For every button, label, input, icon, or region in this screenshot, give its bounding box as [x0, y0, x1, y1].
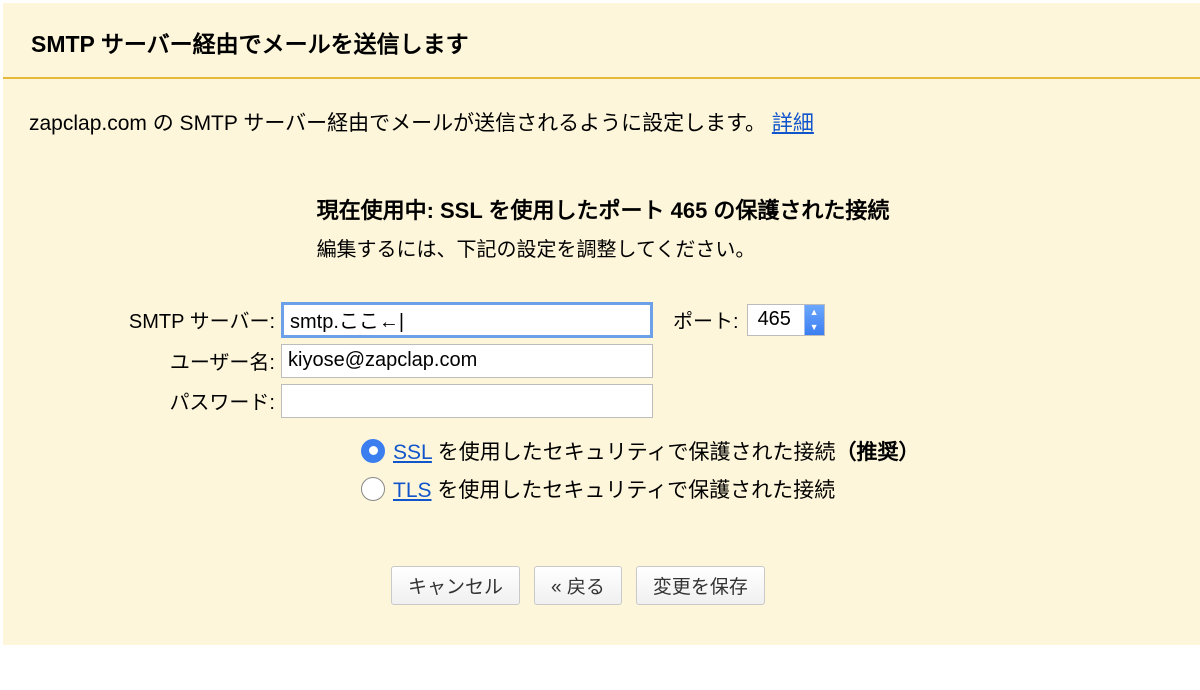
tls-radio[interactable] — [361, 477, 385, 501]
ssl-text: を使用したセキュリティで保護された接続 — [432, 441, 836, 464]
chevron-up-icon: ▲ — [805, 305, 824, 320]
port-select[interactable]: 465 ▲ ▼ — [747, 304, 825, 336]
port-value: 465 — [748, 305, 804, 335]
username-row: ユーザー名: — [83, 344, 1200, 378]
tls-radio-label: TLS を使用したセキュリティで保護された接続 — [393, 474, 835, 504]
learn-more-link[interactable]: 詳細 — [772, 112, 814, 135]
tls-link[interactable]: TLS — [393, 479, 432, 502]
save-button[interactable]: 変更を保存 — [636, 566, 765, 605]
ssl-radio-row[interactable]: SSL を使用したセキュリティで保護された接続（推奨） — [361, 436, 1200, 466]
password-label: パスワード: — [83, 386, 281, 415]
form-area: SMTP サーバー: ポート: 465 ▲ ▼ ユーザー名: パスワード: — [3, 302, 1200, 605]
ssl-radio[interactable] — [361, 439, 385, 463]
back-button[interactable]: « 戻る — [534, 566, 622, 605]
port-stepper-icon[interactable]: ▲ ▼ — [804, 305, 824, 335]
cancel-button[interactable]: キャンセル — [391, 566, 520, 605]
tls-text: を使用したセキュリティで保護された接続 — [432, 479, 836, 502]
username-label: ユーザー名: — [83, 346, 281, 375]
dialog-title: SMTP サーバー経由でメールを送信します — [3, 3, 1200, 79]
ssl-recommended: （推奨） — [836, 441, 920, 464]
dialog-description: zapclap.com の SMTP サーバー経由でメールが送信されるように設定… — [3, 79, 1200, 151]
username-input[interactable] — [281, 344, 653, 378]
smtp-server-label: SMTP サーバー: — [83, 305, 281, 334]
port-label: ポート: — [673, 305, 739, 334]
radio-dot-icon — [369, 446, 378, 455]
current-connection-status: 現在使用中: SSL を使用したポート 465 の保護された接続 — [317, 193, 890, 225]
smtp-settings-dialog: SMTP サーバー経由でメールを送信します zapclap.com の SMTP… — [3, 3, 1200, 645]
tls-radio-row[interactable]: TLS を使用したセキュリティで保護された接続 — [361, 474, 1200, 504]
edit-hint: 編集するには、下記の設定を調整してください。 — [317, 233, 756, 262]
ssl-radio-label: SSL を使用したセキュリティで保護された接続（推奨） — [393, 436, 920, 466]
ssl-link[interactable]: SSL — [393, 441, 432, 464]
current-status-block: 現在使用中: SSL を使用したポート 465 の保護された接続 編集するには、… — [3, 193, 1200, 262]
password-input[interactable] — [281, 384, 653, 418]
button-row: キャンセル « 戻る 変更を保存 — [391, 566, 1200, 605]
password-row: パスワード: — [83, 384, 1200, 418]
smtp-server-input[interactable] — [281, 302, 653, 338]
description-text: zapclap.com の SMTP サーバー経由でメールが送信されるように設定… — [29, 112, 766, 135]
chevron-down-icon: ▼ — [805, 320, 824, 335]
smtp-server-row: SMTP サーバー: ポート: 465 ▲ ▼ — [83, 302, 1200, 338]
